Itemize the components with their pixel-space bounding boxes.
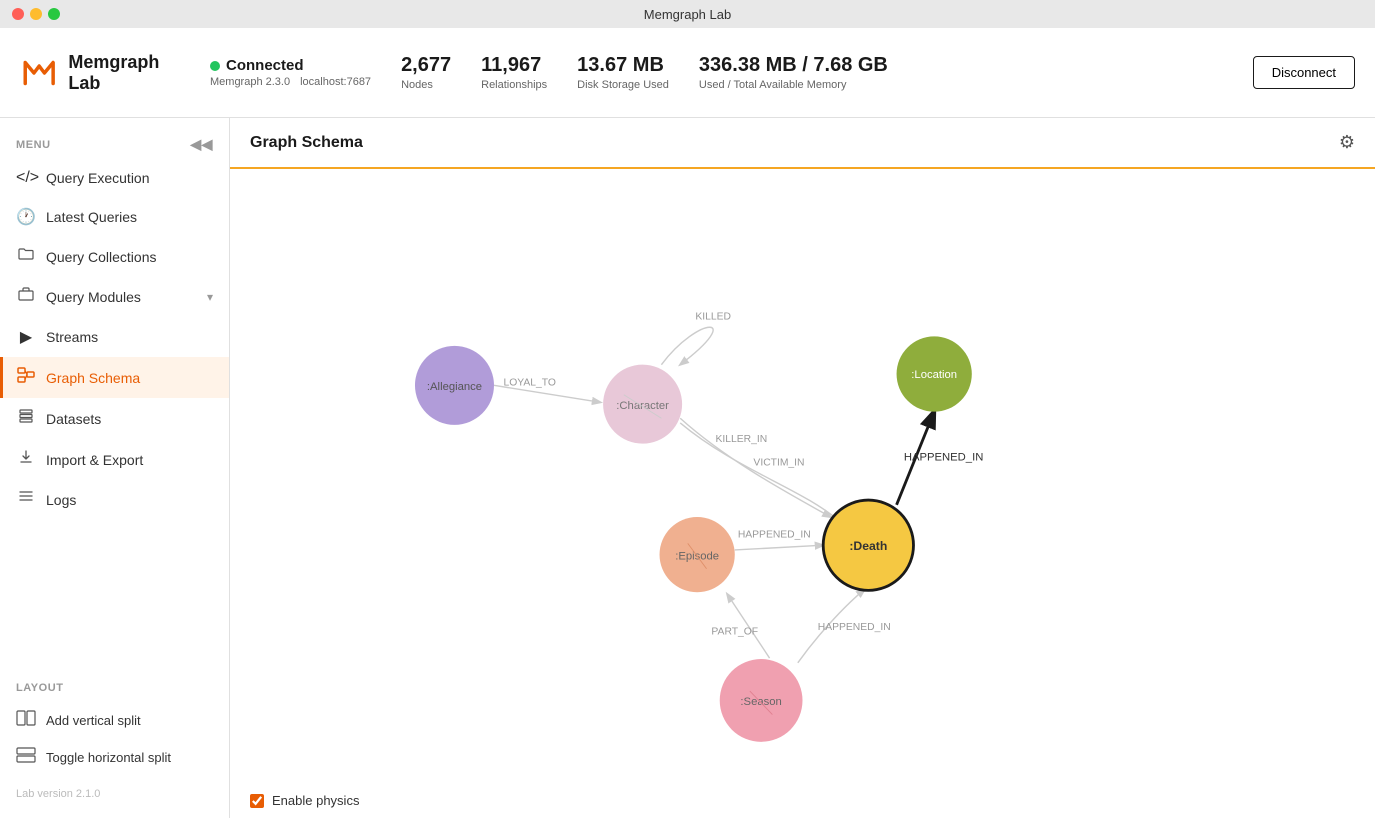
edge-label-happened-in2: HAPPENED_IN — [738, 530, 811, 541]
code-icon: </> — [16, 169, 36, 187]
app-container: Memgraph Lab Connected Memgraph 2.3.0 lo… — [0, 28, 1375, 818]
vertical-split-icon — [16, 710, 36, 731]
sidebar-label-query-execution: Query Execution — [46, 170, 213, 186]
window-title: Memgraph Lab — [644, 7, 731, 22]
edge-happened-in-episode-death — [735, 545, 823, 550]
node-label-death: :Death — [849, 539, 887, 553]
sidebar-label-import-export: Import & Export — [46, 452, 213, 468]
sidebar-label-query-modules: Query Modules — [46, 289, 197, 305]
add-vertical-split-item[interactable]: Add vertical split — [16, 702, 213, 739]
relationships-value: 11,967 — [481, 54, 547, 77]
sidebar-item-latest-queries[interactable]: 🕐 Latest Queries — [0, 197, 229, 237]
edge-label-killer-in: KILLER_IN — [716, 434, 768, 445]
edge-label-victim-in: VICTIM_IN — [753, 457, 804, 468]
folder-icon — [16, 247, 36, 266]
traffic-lights — [12, 8, 60, 20]
sidebar: MENU ◀◀ </> Query Execution 🕐 Latest Que… — [0, 118, 230, 818]
edge-label-killed: KILLED — [695, 311, 731, 322]
edge-killed — [661, 327, 713, 364]
disconnect-button[interactable]: Disconnect — [1253, 56, 1355, 89]
title-bar: Memgraph Lab — [0, 0, 1375, 28]
sidebar-item-graph-schema[interactable]: Graph Schema — [0, 357, 229, 398]
play-icon: ▶ — [16, 327, 36, 347]
graph-schema-icon — [16, 367, 36, 388]
relationships-stat: 11,967 Relationships — [481, 54, 547, 91]
host-address: localhost:7687 — [300, 76, 371, 88]
physics-checkbox[interactable] — [250, 794, 264, 808]
physics-label[interactable]: Enable physics — [272, 793, 359, 808]
graph-svg: LOYAL_TO KILLED VICTIM_IN HAPPENED_IN KI… — [230, 169, 1375, 818]
disk-storage-value: 13.67 MB — [577, 54, 669, 77]
sidebar-item-query-execution[interactable]: </> Query Execution — [0, 159, 229, 197]
sidebar-label-logs: Logs — [46, 492, 213, 508]
sidebar-item-logs[interactable]: Logs — [0, 480, 229, 519]
edge-label-part-of: PART_OF — [711, 627, 758, 638]
sidebar-item-streams[interactable]: ▶ Streams — [0, 317, 229, 357]
toggle-horizontal-split-label: Toggle horizontal split — [46, 750, 171, 765]
sidebar-label-query-collections: Query Collections — [46, 249, 213, 265]
disk-storage-label: Disk Storage Used — [577, 79, 669, 91]
edge-label-happened-in: HAPPENED_IN — [904, 452, 984, 464]
add-vertical-split-label: Add vertical split — [46, 713, 141, 728]
modules-icon — [16, 286, 36, 307]
node-label-allegiance: :Allegiance — [427, 381, 482, 393]
nodes-value: 2,677 — [401, 54, 451, 77]
connection-status: Connected Memgraph 2.3.0 localhost:7687 — [210, 57, 371, 88]
sidebar-label-streams: Streams — [46, 329, 213, 345]
nodes-stat: 2,677 Nodes — [401, 54, 451, 91]
status-label: Connected — [226, 57, 304, 74]
horizontal-split-icon — [16, 747, 36, 768]
chevron-down-icon: ▾ — [207, 290, 213, 304]
version-label: Lab version 2.1.0 — [0, 780, 229, 808]
page-title: Graph Schema — [250, 134, 363, 152]
edge-label-happened-in3: HAPPENED_IN — [818, 622, 891, 633]
sidebar-label-datasets: Datasets — [46, 411, 213, 427]
node-label-location: :Location — [911, 369, 957, 381]
status-dot — [210, 61, 220, 71]
layout-section: LAYOUT Add vertical split — [0, 672, 229, 780]
memgraph-version: Memgraph 2.3.0 — [210, 76, 290, 88]
physics-row: Enable physics — [250, 793, 359, 808]
relationships-label: Relationships — [481, 79, 547, 91]
logo-area: Memgraph Lab — [20, 51, 180, 95]
content-header: Graph Schema ⚙ — [230, 118, 1375, 169]
sidebar-item-query-collections[interactable]: Query Collections — [0, 237, 229, 276]
edge-label-loyal-to: LOYAL_TO — [504, 377, 556, 388]
memory-value: 336.38 MB / 7.68 GB — [699, 54, 888, 77]
settings-button[interactable]: ⚙ — [1339, 132, 1355, 153]
sidebar-item-query-modules[interactable]: Query Modules ▾ — [0, 276, 229, 317]
datasets-icon — [16, 408, 36, 429]
sidebar-label-graph-schema: Graph Schema — [46, 370, 213, 386]
sidebar-item-import-export[interactable]: Import & Export — [0, 439, 229, 480]
app-logo — [20, 51, 58, 95]
memory-stat: 336.38 MB / 7.68 GB Used / Total Availab… — [699, 54, 888, 91]
memory-label: Used / Total Available Memory — [699, 79, 888, 91]
app-name: Memgraph Lab — [68, 52, 180, 94]
sidebar-label-latest-queries: Latest Queries — [46, 209, 213, 225]
import-export-icon — [16, 449, 36, 470]
nodes-label: Nodes — [401, 79, 451, 91]
disk-storage-stat: 13.67 MB Disk Storage Used — [577, 54, 669, 91]
menu-label: MENU ◀◀ — [0, 128, 229, 159]
sidebar-item-datasets[interactable]: Datasets — [0, 398, 229, 439]
collapse-sidebar-icon[interactable]: ◀◀ — [190, 136, 213, 153]
maximize-button[interactable] — [48, 8, 60, 20]
minimize-button[interactable] — [30, 8, 42, 20]
clock-icon: 🕐 — [16, 207, 36, 227]
toggle-horizontal-split-item[interactable]: Toggle horizontal split — [16, 739, 213, 776]
graph-canvas[interactable]: LOYAL_TO KILLED VICTIM_IN HAPPENED_IN KI… — [230, 169, 1375, 818]
content-area: Graph Schema ⚙ LOYAL_TO KILLED VICTIM_IN — [230, 118, 1375, 818]
node-label-character: :Character — [616, 400, 669, 412]
logs-icon — [16, 490, 36, 509]
close-button[interactable] — [12, 8, 24, 20]
main-layout: MENU ◀◀ </> Query Execution 🕐 Latest Que… — [0, 118, 1375, 818]
header: Memgraph Lab Connected Memgraph 2.3.0 lo… — [0, 28, 1375, 118]
